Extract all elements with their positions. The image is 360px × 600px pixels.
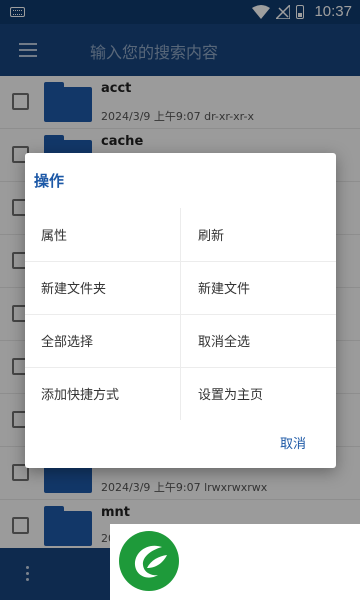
dialog-title: 操作 [34,172,65,190]
option-new-folder[interactable]: 新建文件夹 [25,261,180,314]
leaf-logo-icon [119,531,179,591]
option-deselect-all[interactable]: 取消全选 [180,314,336,367]
option-refresh[interactable]: 刷新 [180,208,336,261]
option-properties[interactable]: 属性 [25,208,180,261]
cancel-button[interactable]: 取消 [280,433,306,452]
operations-dialog: 操作 属性 刷新 新建文件夹 新建文件 全部选择 取消全选 添加快捷方式 设置为… [25,153,336,468]
option-set-as-home[interactable]: 设置为主页 [180,367,336,420]
option-select-all[interactable]: 全部选择 [25,314,180,367]
logo-watermark [110,524,360,600]
option-add-shortcut[interactable]: 添加快捷方式 [25,367,180,420]
option-new-file[interactable]: 新建文件 [180,261,336,314]
